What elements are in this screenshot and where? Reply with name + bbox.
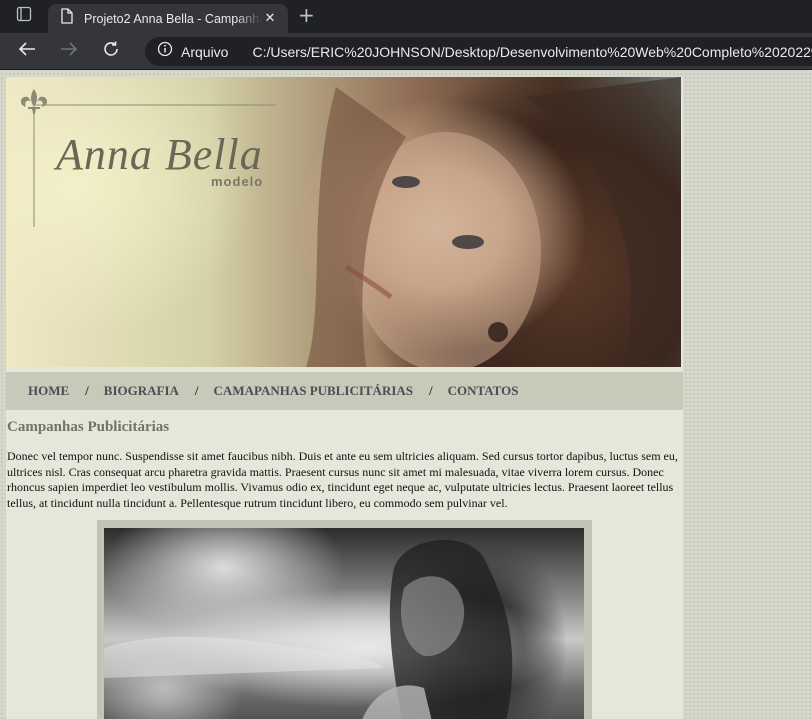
menu-item-contatos[interactable]: CONTATOS (448, 383, 519, 399)
campaign-photo-artwork (104, 539, 513, 719)
tab-title: Projeto2 Anna Bella - Campanhas Publicit… (84, 11, 262, 26)
main-menu: HOME / BIOGRAFIA / CAMAPANHAS PUBLICITÁR… (6, 372, 683, 410)
page-icon (60, 8, 74, 29)
logo-subtitle: modelo (211, 174, 264, 189)
banner-artwork (20, 77, 681, 367)
tab-actions-icon (16, 6, 32, 27)
tab-actions-button[interactable] (0, 0, 48, 33)
body-paragraph: Donec vel tempor nunc. Suspendisse sit a… (7, 449, 678, 510)
close-tab-icon[interactable]: ✕ (262, 11, 278, 26)
fleur-de-lis-icon (20, 89, 48, 117)
address-url[interactable]: C:/Users/ERIC%20JOHNSON/Desktop/Desenvol… (252, 44, 812, 60)
logo-name: Anna Bella (56, 130, 263, 179)
menu-item-campanhas[interactable]: CAMAPANHAS PUBLICITÁRIAS (214, 383, 413, 399)
address-scheme-label: Arquivo (181, 43, 229, 60)
menu-separator: / (85, 383, 89, 398)
back-arrow-icon (18, 41, 36, 62)
page-container: Anna Bella modelo HOME / BIOGRAFIA / CAM… (6, 77, 683, 719)
forward-button[interactable] (48, 33, 90, 70)
campaign-photo-frame (97, 520, 592, 719)
info-icon[interactable] (157, 41, 173, 62)
browser-tab[interactable]: Projeto2 Anna Bella - Campanhas Publicit… (48, 4, 288, 33)
section-title: Campanhas Publicitárias (7, 419, 170, 435)
menu-separator: / (429, 383, 433, 398)
campaign-photo (104, 528, 584, 719)
new-tab-button[interactable]: + (298, 0, 315, 33)
back-button[interactable] (6, 33, 48, 70)
forward-arrow-icon (60, 41, 78, 62)
menu-item-home[interactable]: HOME (28, 383, 69, 399)
reload-button[interactable] (90, 33, 132, 70)
reload-icon (102, 40, 120, 63)
menu-separator: / (194, 383, 199, 398)
tab-strip: Projeto2 Anna Bella - Campanhas Publicit… (0, 0, 812, 33)
header-banner: Anna Bella modelo (6, 77, 681, 367)
browser-toolbar: Arquivo C:/Users/ERIC%20JOHNSON/Desktop/… (0, 33, 812, 70)
address-bar[interactable]: Arquivo C:/Users/ERIC%20JOHNSON/Desktop/… (145, 37, 812, 66)
menu-item-biografia[interactable]: BIOGRAFIA (104, 383, 179, 399)
